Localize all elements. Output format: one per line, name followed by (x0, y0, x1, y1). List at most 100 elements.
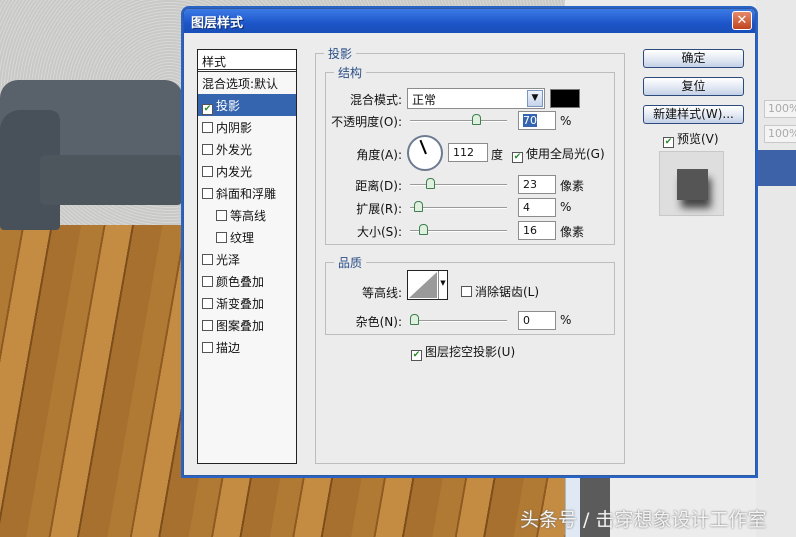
dialog-title: 图层样式 (191, 16, 244, 31)
global-light-checkbox[interactable]: ✔ 使用全局光(G) (512, 145, 605, 163)
checkbox-icon[interactable] (202, 276, 213, 287)
size-input[interactable]: 16 (518, 221, 556, 240)
style-item-label: 光泽 (216, 253, 241, 267)
style-item[interactable]: 等高线 (198, 204, 296, 226)
checkbox-icon[interactable]: ✔ (663, 137, 674, 148)
slider-thumb[interactable] (413, 201, 423, 212)
checkbox-icon[interactable] (202, 254, 213, 265)
style-item[interactable]: 颜色叠加 (198, 270, 296, 292)
checkbox-icon[interactable] (202, 122, 213, 133)
noise-label: 杂色(N): (355, 315, 402, 329)
global-light-label: 使用全局光(G) (526, 147, 605, 161)
close-icon[interactable]: ✕ (732, 11, 752, 30)
checkbox-icon[interactable] (202, 188, 213, 199)
checkbox-icon[interactable] (216, 210, 227, 221)
angle-needle (419, 139, 427, 155)
spread-label: 扩展(R): (356, 202, 402, 216)
opacity-label: 不透明度(O): (331, 115, 402, 129)
spread-input[interactable]: 4 (518, 198, 556, 217)
knockout-checkbox[interactable]: ✔ 图层挖空投影(U) (411, 343, 515, 361)
slider-thumb[interactable] (471, 114, 481, 125)
slider-thumb[interactable] (425, 178, 435, 189)
style-item[interactable]: 内发光 (198, 160, 296, 182)
fill-field[interactable]: 100% (764, 125, 796, 143)
chevron-down-icon[interactable]: ▼ (438, 271, 447, 299)
checkbox-icon[interactable] (461, 286, 472, 297)
style-item[interactable]: 内阴影 (198, 116, 296, 138)
anti-alias-label: 消除锯齿(L) (475, 285, 540, 299)
opacity-unit: % (560, 114, 572, 128)
ok-button[interactable]: 确定 (643, 49, 744, 68)
style-item-label: 混合选项:默认 (202, 77, 279, 91)
opacity-field[interactable]: 100% (764, 100, 796, 118)
opacity-value: 70 (523, 114, 537, 127)
size-slider[interactable] (410, 224, 507, 235)
style-item[interactable]: 斜面和浮雕 (198, 182, 296, 204)
opacity-input[interactable]: 70 (518, 111, 556, 130)
noise-slider[interactable] (410, 314, 507, 325)
checkbox-icon[interactable] (216, 232, 227, 243)
watermark: 头条号 / 击穿想象设计工作室 (520, 509, 767, 531)
style-item-label: 外发光 (216, 143, 253, 157)
knockout-label: 图层挖空投影(U) (425, 345, 516, 359)
group-title: 投影 (324, 45, 357, 62)
structure-group: 结构 混合模式: 正常 ▼ 不透明度(O): 70 % 角度(A): 112 度… (325, 64, 615, 245)
contour-picker[interactable]: ▼ (407, 270, 448, 300)
selected-layer-row[interactable] (756, 150, 796, 186)
title-bar[interactable]: 图层样式 ✕ (184, 9, 755, 33)
checkbox-icon[interactable] (202, 320, 213, 331)
style-item-label: 图案叠加 (216, 319, 265, 333)
noise-input[interactable]: 0 (518, 311, 556, 330)
checkbox-icon[interactable] (202, 144, 213, 155)
angle-dial[interactable] (407, 135, 443, 171)
style-item[interactable]: 图案叠加 (198, 314, 296, 336)
reset-button[interactable]: 复位 (643, 77, 744, 96)
styles-header[interactable]: 样式 (198, 50, 296, 72)
style-item[interactable]: 光泽 (198, 248, 296, 270)
slider-thumb[interactable] (410, 314, 419, 325)
style-item-label: 等高线 (230, 209, 267, 223)
style-item[interactable]: 描边 (198, 336, 296, 358)
checkbox-icon[interactable]: ✔ (512, 152, 523, 163)
blend-mode-label: 混合模式: (349, 93, 402, 107)
checkbox-icon[interactable] (202, 342, 213, 353)
checkbox-icon[interactable] (202, 166, 213, 177)
preview-checkbox[interactable]: ✔ 预览(V) (663, 130, 719, 148)
style-item-label: 内发光 (216, 165, 253, 179)
style-item[interactable]: 混合选项:默认 (198, 72, 296, 94)
shadow-color-swatch[interactable] (550, 89, 580, 108)
style-item-label: 斜面和浮雕 (216, 187, 277, 201)
style-item-label: 投影 (216, 99, 241, 113)
noise-unit: % (560, 313, 572, 327)
style-item[interactable]: 外发光 (198, 138, 296, 160)
opacity-slider[interactable] (410, 114, 507, 125)
drop-shadow-group: 投影 结构 混合模式: 正常 ▼ 不透明度(O): 70 % 角度(A): 11… (315, 45, 625, 464)
angle-unit: 度 (491, 148, 504, 162)
quality-title: 品质 (334, 254, 367, 271)
style-item[interactable]: ✔ 投影 (198, 94, 296, 116)
spread-slider[interactable] (410, 201, 507, 212)
distance-input[interactable]: 23 (518, 175, 556, 194)
style-item-label: 描边 (216, 341, 241, 355)
new-style-button[interactable]: 新建样式(W)... (643, 105, 744, 124)
style-preview (659, 151, 724, 216)
spread-unit: % (560, 200, 572, 214)
slider-thumb[interactable] (418, 224, 428, 235)
size-label: 大小(S): (356, 225, 402, 239)
canvas-sofa (0, 80, 183, 245)
checkbox-icon[interactable] (202, 298, 213, 309)
style-item[interactable]: 纹理 (198, 226, 296, 248)
angle-input[interactable]: 112 (448, 143, 488, 162)
distance-label: 距离(D): (355, 179, 402, 193)
layers-panel: 100% 100% (756, 0, 796, 537)
chevron-down-icon[interactable]: ▼ (527, 90, 543, 107)
style-item-label: 纹理 (230, 231, 255, 245)
angle-label: 角度(A): (356, 148, 402, 162)
blend-mode-value: 正常 (412, 93, 437, 107)
blend-mode-select[interactable]: 正常 ▼ (407, 88, 545, 109)
checkbox-icon[interactable]: ✔ (202, 104, 213, 115)
style-item[interactable]: 渐变叠加 (198, 292, 296, 314)
anti-alias-checkbox[interactable]: 消除锯齿(L) (461, 283, 539, 300)
distance-slider[interactable] (410, 178, 507, 189)
checkbox-icon[interactable]: ✔ (411, 350, 422, 361)
